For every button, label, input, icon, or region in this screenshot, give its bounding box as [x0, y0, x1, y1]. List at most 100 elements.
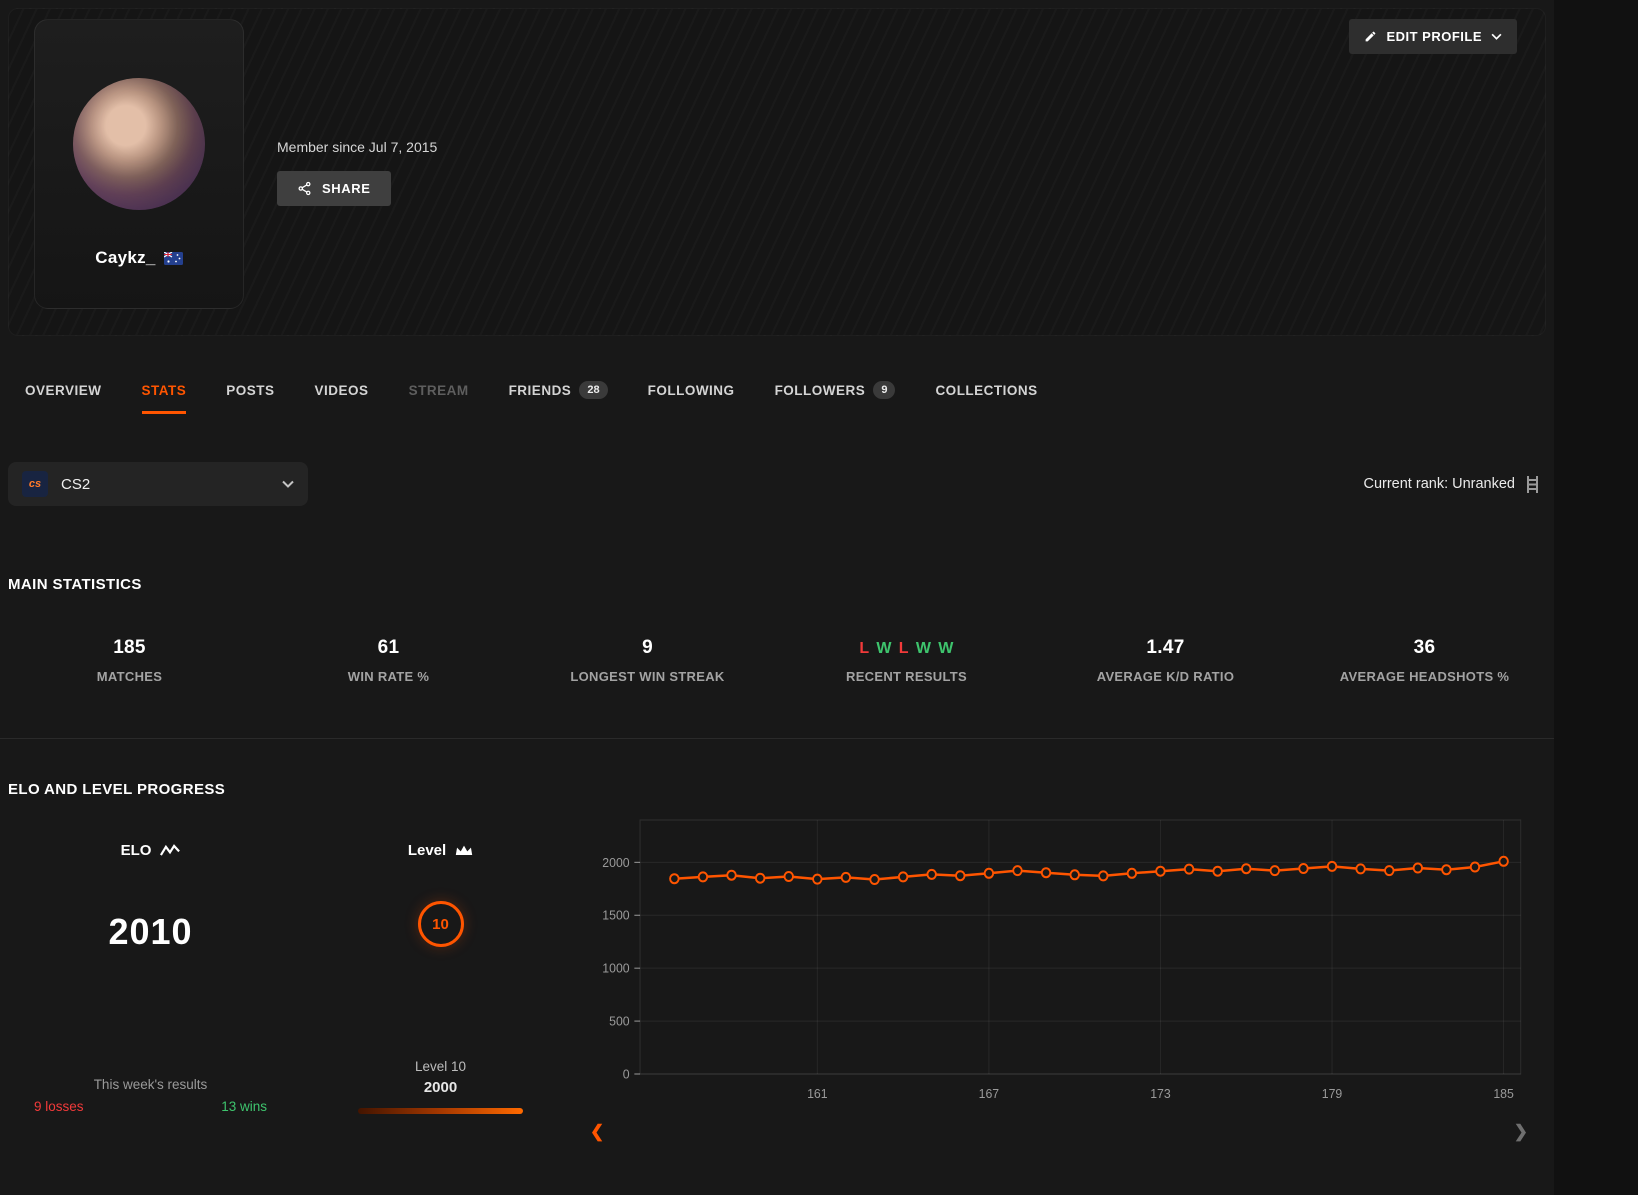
- profile-page: Caykz_ Member since Jul 7, 2015 SHARE ED…: [0, 0, 1638, 1195]
- result-win: W: [876, 640, 892, 657]
- stat-label: LONGEST WIN STREAK: [570, 669, 725, 684]
- tab-stats[interactable]: STATS: [142, 366, 187, 414]
- crown-icon: [455, 844, 473, 857]
- tab-followers[interactable]: FOLLOWERS 9: [775, 366, 896, 414]
- stat-value: 61: [377, 637, 400, 658]
- svg-text:500: 500: [609, 1014, 630, 1028]
- avatar-card: Caykz_: [34, 19, 244, 309]
- header-info: Member since Jul 7, 2015 SHARE: [277, 139, 437, 206]
- stat-recent-results: LWLWW: [777, 637, 1036, 659]
- section-divider: [0, 738, 1554, 739]
- result-loss: L: [898, 640, 909, 657]
- tab-collections[interactable]: COLLECTIONS: [935, 366, 1037, 414]
- elo-chart: 0 500 1000 1500 2000 161 167 173 179 185: [602, 819, 1522, 1101]
- svg-text:2000: 2000: [602, 856, 629, 870]
- tab-friends[interactable]: FRIENDS 28: [509, 366, 608, 414]
- stat-item: 36 AVERAGE HEADSHOTS %: [1295, 637, 1554, 684]
- elo-title: ELO: [121, 842, 181, 859]
- week-results-row: 9 losses 13 wins: [8, 1092, 293, 1114]
- level-meta: Level 10 2000: [358, 1059, 523, 1114]
- stats-grid: 185 MATCHES 61 WIN RATE % 9 LONGEST WIN STREA…: [0, 637, 1554, 684]
- svg-text:1000: 1000: [602, 961, 629, 975]
- tab-label: POSTS: [226, 382, 275, 398]
- edit-profile-label: EDIT PROFILE: [1386, 29, 1482, 44]
- result-loss: L: [859, 640, 870, 657]
- result-win: W: [938, 640, 954, 657]
- stat-item: L W L W W RECENT RESULTS: [777, 637, 1036, 684]
- stat-label: AVERAGE K/D RATIO: [1096, 669, 1235, 684]
- week-results-label: This week's results: [93, 1077, 208, 1092]
- level-text: Level 10: [414, 1059, 467, 1074]
- svg-text:179: 179: [1322, 1087, 1343, 1101]
- chevron-down-icon: [282, 480, 294, 488]
- svg-text:185: 185: [1493, 1087, 1514, 1101]
- tab-following[interactable]: FOLLOWING: [648, 366, 735, 414]
- main-statistics-title: MAIN STATISTICS: [8, 576, 142, 593]
- current-rank-label: Current rank: Unranked: [1363, 476, 1515, 492]
- tab-videos[interactable]: VIDEOS: [315, 366, 369, 414]
- cs2-game-icon: cs: [22, 471, 48, 497]
- chevron-right-icon[interactable]: ❯: [1514, 1122, 1528, 1142]
- member-since: Member since Jul 7, 2015: [277, 139, 438, 155]
- share-icon: [297, 181, 312, 196]
- avatar[interactable]: [73, 78, 205, 210]
- stat-item: 9 LONGEST WIN STREAK: [518, 637, 777, 684]
- level-label: Level: [407, 842, 447, 859]
- tab-label: FOLLOWERS: [774, 382, 866, 398]
- line-graph-icon: [160, 844, 181, 857]
- stat-item: 61 WIN RATE %: [259, 637, 518, 684]
- tab-posts[interactable]: POSTS: [226, 366, 274, 414]
- stat-item: 1.47 AVERAGE K/D RATIO: [1036, 637, 1295, 684]
- content: Caykz_ Member since Jul 7, 2015 SHARE ED…: [0, 8, 1554, 1195]
- stat-value: 9: [642, 637, 653, 658]
- main-statistics-section: MAIN STATISTICS 185 MATCHES 61 WIN RATE % 9 L…: [0, 576, 1554, 684]
- username-row: Caykz_: [95, 248, 183, 268]
- game-selector-value: CS2: [61, 475, 91, 493]
- tab-label: OVERVIEW: [25, 382, 102, 398]
- losses-count: 9 losses: [34, 1099, 84, 1114]
- elo-value: 2010: [108, 911, 193, 952]
- level-progress-bar: [358, 1108, 523, 1114]
- australia-flag-icon: [163, 251, 183, 265]
- skill-level-badge: 10: [417, 901, 464, 947]
- elo-content: ELO 2010 This week's results 9 losses 13…: [0, 812, 1554, 1142]
- svg-text:0: 0: [623, 1067, 630, 1081]
- skill-level-value: 10: [432, 915, 449, 933]
- elo-level-section: ELO AND LEVEL PROGRESS ELO 2010 This wee…: [0, 781, 1554, 1142]
- stat-value: 1.47: [1146, 637, 1185, 658]
- week-results: This week's results 9 losses 13 wins: [8, 1077, 293, 1114]
- edit-profile-button[interactable]: EDIT PROFILE: [1349, 19, 1517, 54]
- svg-text:161: 161: [807, 1087, 828, 1101]
- tab-badge: 28: [579, 381, 608, 399]
- elo-section-title: ELO AND LEVEL PROGRESS: [8, 781, 226, 798]
- profile-header: Caykz_ Member since Jul 7, 2015 SHARE ED…: [8, 8, 1546, 336]
- svg-text:1500: 1500: [602, 908, 629, 922]
- stat-item: 185 MATCHES: [0, 637, 259, 684]
- current-rank: Current rank: Unranked: [1363, 475, 1546, 494]
- tab-label: COLLECTIONS: [935, 382, 1038, 398]
- chevron-left-icon[interactable]: ❮: [590, 1122, 604, 1142]
- tab-stream[interactable]: STREAM: [409, 366, 469, 414]
- share-button[interactable]: SHARE: [277, 171, 391, 206]
- level-block: Level 10 Level 10 2000: [293, 812, 588, 1114]
- chart-nav: ❮ ❯: [588, 1112, 1534, 1142]
- stat-label: RECENT RESULTS: [846, 669, 967, 684]
- game-selector[interactable]: cs CS2: [8, 462, 308, 506]
- elo-block: ELO 2010 This week's results 9 losses 13…: [8, 812, 293, 1114]
- filter-row: cs CS2 Current rank: Unranked: [0, 462, 1554, 506]
- stat-label: AVERAGE HEADSHOTS %: [1339, 669, 1510, 684]
- tab-label: VIDEOS: [314, 382, 369, 398]
- wins-count: 13 wins: [221, 1099, 267, 1114]
- svg-text:167: 167: [979, 1087, 1000, 1101]
- pencil-icon: [1364, 30, 1377, 43]
- tab-bar: OVERVIEW STATS POSTS VIDEOS STREAM FRIENDS 28 F…: [0, 366, 1554, 414]
- stat-value: 36: [1413, 637, 1436, 658]
- tab-overview[interactable]: OVERVIEW: [25, 366, 102, 414]
- svg-text:173: 173: [1150, 1087, 1171, 1101]
- tab-label: FOLLOWING: [647, 382, 735, 398]
- share-label: SHARE: [322, 181, 371, 196]
- stat-value: 185: [113, 637, 146, 658]
- ladder-icon: [1525, 475, 1540, 494]
- elo-chart-block: 0 500 1000 1500 2000 161 167 173 179 185 ❮ ❯: [588, 812, 1554, 1142]
- level-title: Level: [408, 842, 473, 859]
